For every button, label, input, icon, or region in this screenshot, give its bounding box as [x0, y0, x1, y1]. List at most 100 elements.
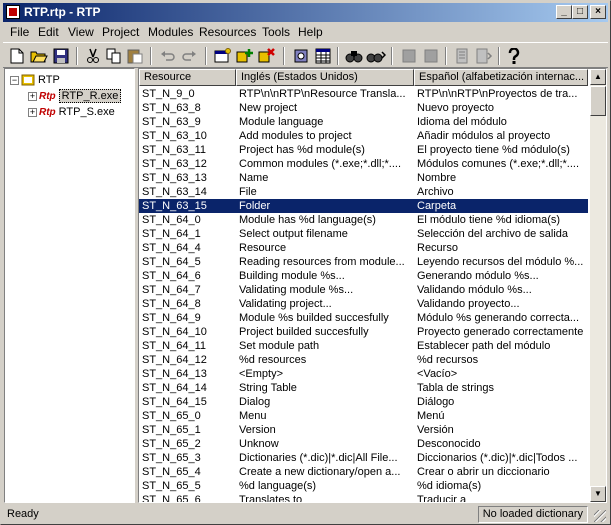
menu-edit[interactable]: Edit — [38, 25, 59, 39]
menu-file[interactable]: File — [10, 25, 29, 39]
cell-english: String Table — [239, 382, 297, 394]
cell-spanish: Selección del archivo de salida — [417, 228, 569, 240]
tree-item-label: RTP_S.exe — [58, 106, 115, 118]
menu-view[interactable]: View — [68, 25, 94, 39]
cut-icon[interactable] — [83, 46, 103, 66]
project-properties-icon[interactable] — [213, 46, 233, 66]
table-row[interactable]: ST_N_64_4 Resource Recurso — [139, 241, 588, 255]
table-row[interactable]: ST_N_64_1 Select output filename Selección… — [139, 227, 588, 241]
undo-icon[interactable] — [158, 46, 178, 66]
cell-spanish: Diálogo — [417, 396, 455, 408]
menu-help[interactable]: Help — [298, 25, 323, 39]
cell-resource: ST_N_64_7 — [142, 284, 201, 296]
table-row[interactable]: ST_N_64_15 Dialog Diálogo — [139, 395, 588, 409]
project-tree[interactable]: − RTP + Rtp RTP_R.exe + Rtp RTP_S.exe — [4, 68, 135, 503]
save-icon[interactable] — [51, 46, 71, 66]
table-row[interactable]: ST_N_65_6 Translates to Traducir a — [139, 493, 588, 502]
cell-spanish: %d recursos — [417, 354, 479, 366]
table-row[interactable]: ST_N_63_9 Module language Idioma del módul… — [139, 115, 588, 129]
menu-project[interactable]: Project — [102, 25, 139, 39]
column-header-english[interactable]: Inglés (Estados Unidos) — [236, 69, 414, 86]
menu-modules[interactable]: Modules — [148, 25, 193, 39]
resize-grip[interactable] — [594, 510, 606, 522]
remove-module-icon[interactable] — [257, 46, 277, 66]
tree-item-label: RTP_R.exe — [58, 89, 122, 103]
toolbar-separator — [337, 47, 339, 65]
find-next-icon[interactable] — [366, 46, 386, 66]
scroll-up-button[interactable]: ▲ — [590, 69, 606, 85]
table-row[interactable]: ST_N_63_12 Common modules (*.exe;*.dll;*.… — [139, 157, 588, 171]
add-module-icon[interactable] — [235, 46, 255, 66]
table-row[interactable]: ST_N_65_4 Create a new dictionary/open a.… — [139, 465, 588, 479]
next-resource-icon[interactable] — [421, 46, 441, 66]
scroll-down-button[interactable]: ▼ — [590, 486, 606, 502]
cell-resource: ST_N_64_9 — [142, 312, 201, 324]
cell-english: %d language(s) — [239, 480, 317, 492]
expand-toggle[interactable]: + — [28, 107, 37, 117]
table-row[interactable]: ST_N_64_8 Validating project... Validando … — [139, 297, 588, 311]
find-icon[interactable] — [344, 46, 364, 66]
table-row[interactable]: ST_N_63_10 Add modules to project Añadir m… — [139, 129, 588, 143]
maximize-button[interactable]: □ — [572, 5, 588, 19]
table-row[interactable]: ST_N_64_13 <Empty> <Vacío> — [139, 367, 588, 381]
cell-resource: ST_N_63_14 — [142, 186, 207, 198]
table-row[interactable]: ST_N_64_11 Set module path Establecer path… — [139, 339, 588, 353]
build-icon[interactable] — [291, 46, 311, 66]
cell-english: RTP\n\nRTP\nResource Transla... — [239, 88, 406, 100]
cell-english: Building module %s... — [239, 270, 345, 282]
dictionary-icon[interactable] — [452, 46, 472, 66]
new-icon[interactable] — [7, 46, 27, 66]
column-header-spanish[interactable]: Español (alfabetización internac... — [414, 69, 588, 86]
expand-toggle[interactable]: + — [28, 91, 37, 101]
table-row[interactable]: ST_N_65_0 Menu Menú — [139, 409, 588, 423]
toolbar — [3, 42, 608, 68]
open-icon[interactable] — [29, 46, 49, 66]
cell-english: Validating module %s... — [239, 284, 354, 296]
table-row[interactable]: ST_N_63_13 Name Nombre — [139, 171, 588, 185]
table-row[interactable]: ST_N_65_2 Unknow Desconocido — [139, 437, 588, 451]
app-icon[interactable] — [6, 5, 20, 19]
prev-resource-icon[interactable] — [399, 46, 419, 66]
menu-tools[interactable]: Tools — [262, 25, 290, 39]
minimize-button[interactable]: _ — [556, 5, 572, 19]
table-row[interactable]: ST_N_63_15 Folder Carpeta — [139, 199, 588, 213]
redo-icon[interactable] — [179, 46, 199, 66]
tree-item-rtp-s[interactable]: + Rtp RTP_S.exe — [28, 104, 115, 120]
table-row[interactable]: ST_N_64_0 Module has %d language(s) El mód… — [139, 213, 588, 227]
table-row[interactable]: ST_N_63_11 Project has %d module(s) El pro… — [139, 143, 588, 157]
table-row[interactable]: ST_N_65_5 %d language(s) %d idioma(s) — [139, 479, 588, 493]
table-row[interactable]: ST_N_64_6 Building module %s... Generando … — [139, 269, 588, 283]
tree-item-rtp-r[interactable]: + Rtp RTP_R.exe — [28, 88, 122, 104]
cell-english: Dictionaries (*.dic)|*.dic|All File... — [239, 452, 398, 464]
table-row[interactable]: ST_N_64_12 %d resources %d recursos — [139, 353, 588, 367]
table-row[interactable]: ST_N_64_5 Reading resources from module..… — [139, 255, 588, 269]
cell-resource: ST_N_64_15 — [142, 396, 207, 408]
grid-icon[interactable] — [313, 46, 333, 66]
title-bar[interactable]: RTP.rtp - RTP _ □ × — [3, 3, 608, 22]
table-row[interactable]: ST_N_64_7 Validating module %s... Validand… — [139, 283, 588, 297]
table-row[interactable]: ST_N_65_1 Version Versión — [139, 423, 588, 437]
dictionary-next-icon[interactable] — [474, 46, 494, 66]
vertical-scrollbar[interactable]: ▲ ▼ — [590, 69, 606, 502]
resource-list[interactable]: Resource Inglés (Estados Unidos) Español… — [138, 68, 607, 503]
scroll-thumb[interactable] — [590, 86, 606, 116]
cell-english: Name — [239, 172, 269, 184]
menu-resources[interactable]: Resources — [199, 25, 256, 39]
table-row[interactable]: ST_N_63_14 File Archivo — [139, 185, 588, 199]
help-icon[interactable] — [504, 46, 524, 66]
close-button[interactable]: × — [590, 5, 606, 19]
tree-root[interactable]: − RTP — [10, 72, 60, 88]
table-row[interactable]: ST_N_64_10 Project builded succesfully Pro… — [139, 325, 588, 339]
paste-icon[interactable] — [125, 46, 145, 66]
collapse-toggle[interactable]: − — [10, 75, 19, 85]
cell-spanish: Recurso — [417, 242, 458, 254]
column-header-resource[interactable]: Resource — [139, 69, 236, 86]
table-row[interactable]: ST_N_64_14 String Table Tabla de strings — [139, 381, 588, 395]
table-row[interactable]: ST_N_9_0 RTP\n\nRTP\nResource Transla... R… — [139, 87, 588, 101]
table-row[interactable]: ST_N_63_8 New project Nuevo proyecto — [139, 101, 588, 115]
toolbar-separator — [445, 47, 447, 65]
copy-icon[interactable] — [104, 46, 124, 66]
table-row[interactable]: ST_N_65_3 Dictionaries (*.dic)|*.dic|All … — [139, 451, 588, 465]
table-row[interactable]: ST_N_64_9 Module %s builded succesfully Mó… — [139, 311, 588, 325]
cell-spanish: Idioma del módulo — [417, 116, 507, 128]
